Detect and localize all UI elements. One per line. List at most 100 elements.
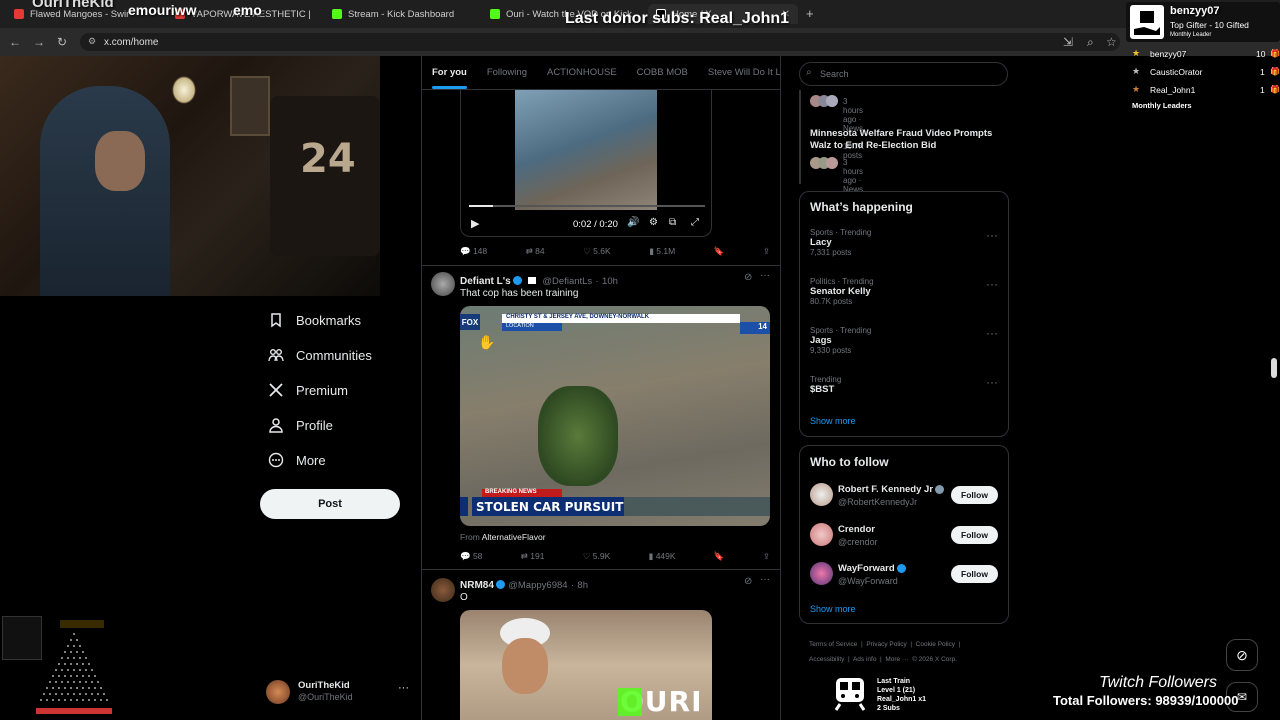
follow-suggestion[interactable]: Crendor @crendor Follow bbox=[800, 522, 1008, 554]
bookmark-icon[interactable]: 🔖 bbox=[714, 551, 725, 562]
follow-button[interactable]: Follow bbox=[951, 486, 998, 504]
from-account-link[interactable]: AlternativeFlavor bbox=[482, 532, 546, 542]
plinko-peg bbox=[61, 669, 63, 671]
news-video[interactable]: FOX CHRISTY ST & JERSEY AVE, DOWNEY-NORW… bbox=[460, 306, 770, 526]
nav-item-bookmarks[interactable]: Bookmarks bbox=[268, 312, 361, 328]
tweet-author-name[interactable]: NRM84 bbox=[460, 580, 494, 591]
avatar bbox=[266, 680, 290, 704]
forward-icon[interactable]: → bbox=[33, 35, 45, 49]
more-dots-icon[interactable]: ··· bbox=[986, 375, 998, 389]
trend-item[interactable]: Sports · Trending Jags 9,330 posts bbox=[810, 326, 871, 355]
views-button[interactable]: ▮ 5.1M bbox=[649, 246, 675, 257]
plinko-peg bbox=[76, 687, 78, 689]
follow-button[interactable]: Follow bbox=[951, 565, 998, 583]
star-icon[interactable]: ☆ bbox=[1106, 35, 1117, 49]
share-icon[interactable]: ⇪ bbox=[763, 551, 770, 562]
tweet-time[interactable]: 8h bbox=[577, 580, 588, 591]
grok-icon[interactable]: ⊘ bbox=[1226, 639, 1258, 671]
install-icon[interactable]: ⇲ bbox=[1063, 35, 1073, 49]
repost-button[interactable]: ⇄ 84 bbox=[526, 246, 545, 257]
reply-button[interactable]: 💬 58 bbox=[460, 551, 482, 562]
tab-cobb-mob[interactable]: COBB MOB bbox=[627, 56, 698, 89]
settings-icon[interactable]: ⚙ bbox=[649, 217, 658, 228]
reply-button[interactable]: 💬 148 bbox=[460, 246, 487, 257]
site-info-icon[interactable]: ⚙ bbox=[88, 36, 96, 47]
avatar[interactable] bbox=[431, 272, 455, 296]
trend-posts: 9,330 posts bbox=[810, 346, 852, 355]
who-to-follow-card: Who to follow Robert F. Kennedy Jr @Robe… bbox=[799, 445, 1009, 624]
share-icon[interactable]: ⇪ bbox=[763, 246, 770, 257]
tweet-time[interactable]: 10h bbox=[602, 276, 618, 287]
zoom-icon[interactable]: ⌕ bbox=[1087, 35, 1094, 50]
footer-line[interactable]: Terms of Service | Privacy Policy | Cook… bbox=[809, 641, 960, 648]
grok-icon[interactable]: ⊘ bbox=[744, 272, 752, 283]
bookmark-icon[interactable]: 🔖 bbox=[714, 246, 725, 257]
plinko-peg bbox=[91, 669, 93, 671]
more-dots-icon[interactable]: ··· bbox=[986, 277, 998, 291]
avatar bbox=[810, 562, 833, 585]
play-icon[interactable]: ▶ bbox=[471, 217, 479, 230]
trend-item[interactable]: Trending $BST bbox=[810, 375, 841, 395]
news-card: 3 hours ago · News · 10.7K posts Minneso… bbox=[799, 90, 992, 221]
url-field[interactable]: x.com/home bbox=[80, 33, 1120, 51]
search-input[interactable]: Search bbox=[799, 62, 1008, 86]
plinko-peg bbox=[64, 663, 66, 665]
repost-button[interactable]: ⇄ 191 bbox=[521, 551, 545, 562]
plinko-peg bbox=[73, 693, 75, 695]
more-dots-icon[interactable]: ··· bbox=[760, 574, 770, 585]
tweet-author-handle[interactable]: @Mappy6984 bbox=[508, 580, 567, 591]
follow-suggestion[interactable]: Robert F. Kennedy Jr @RobertKennedyJr Fo… bbox=[800, 482, 1008, 514]
avatar[interactable] bbox=[431, 578, 455, 602]
trend-item[interactable]: Politics · Trending Senator Kelly 80.7K … bbox=[810, 277, 874, 306]
plinko-peg bbox=[79, 657, 81, 659]
views-button[interactable]: ▮ 449K bbox=[649, 551, 676, 562]
account-switcher[interactable]: OuriTheKid @OuriTheKid ··· bbox=[266, 680, 412, 706]
tab-actionhouse[interactable]: ACTIONHOUSE bbox=[537, 56, 627, 89]
show-more-link[interactable]: Show more bbox=[810, 604, 856, 614]
video-progress-track[interactable] bbox=[469, 205, 705, 207]
fullscreen-icon[interactable]: ⤢ bbox=[691, 217, 699, 228]
like-button[interactable]: ♡ 5.6K bbox=[583, 246, 610, 257]
tab-for-you[interactable]: For you bbox=[422, 56, 477, 89]
tweet-author-name[interactable]: Defiant L's bbox=[460, 276, 511, 287]
news-location-label: LOCATION bbox=[502, 323, 562, 331]
plinko-peg bbox=[64, 687, 66, 689]
footer-links[interactable]: Terms of Service | Privacy Policy | Cook… bbox=[809, 637, 960, 667]
nav-item-profile[interactable]: Profile bbox=[268, 417, 333, 433]
follow-suggestion[interactable]: WayForward @WayForward Follow bbox=[800, 561, 1008, 593]
new-tab-icon[interactable]: + bbox=[806, 6, 814, 21]
reload-icon[interactable]: ↻ bbox=[57, 35, 67, 49]
train-icon bbox=[832, 676, 868, 712]
more-dots-icon[interactable]: ··· bbox=[986, 228, 998, 242]
follow-button[interactable]: Follow bbox=[951, 526, 998, 544]
video-player[interactable]: ▶ 0:02 / 0:20 🔊 ⚙ ⧉ ⤢ bbox=[460, 90, 712, 237]
tab-steve-will-do-it[interactable]: Steve Will Do It Loyal bbox=[698, 56, 780, 89]
pip-icon[interactable]: ⧉ bbox=[669, 217, 676, 228]
more-dots-icon[interactable]: ··· bbox=[986, 326, 998, 340]
post-button[interactable]: Post bbox=[260, 489, 400, 519]
nav-item-premium[interactable]: Premium bbox=[268, 382, 348, 398]
tweet-author-handle[interactable]: @DefiantLs bbox=[542, 276, 592, 287]
grok-icon[interactable]: ⊘ bbox=[744, 576, 752, 587]
more-dots-icon[interactable]: ··· bbox=[760, 270, 770, 281]
nav-item-more[interactable]: More bbox=[268, 452, 326, 468]
tweet[interactable]: Defiant L's @DefiantLs · 10h ⊘ ··· That … bbox=[422, 266, 780, 568]
like-count: 5.9K bbox=[592, 551, 611, 561]
nav-item-communities[interactable]: Communities bbox=[268, 347, 372, 363]
volume-icon[interactable]: 🔊 bbox=[627, 217, 639, 228]
news-title[interactable]: Minnesota Welfare Fraud Video Prompts Wa… bbox=[810, 128, 1000, 152]
scrollbar-thumb[interactable] bbox=[1271, 358, 1277, 378]
tweet-image[interactable]: OURI bbox=[460, 610, 712, 720]
tab-following[interactable]: Following bbox=[477, 56, 537, 89]
like-button[interactable]: ♡ 5.9K bbox=[583, 551, 610, 562]
trend-item[interactable]: Sports · Trending Lacy 7,331 posts bbox=[810, 228, 871, 257]
plinko-peg bbox=[67, 657, 69, 659]
tweet[interactable]: NRM84 @Mappy6984 · 8h ⊘ ··· O OURI bbox=[422, 570, 780, 720]
footer-line[interactable]: Accessibility | Ads info | More ··· © 20… bbox=[809, 656, 957, 663]
last-donor-overlay: Last donor subs: Real_John1 bbox=[565, 10, 790, 27]
more-dots-icon[interactable]: ··· bbox=[398, 682, 409, 694]
show-more-link[interactable]: Show more bbox=[810, 416, 856, 426]
browser-tab[interactable]: Stream - Kick Dashboard 🔇 ✕ bbox=[332, 4, 462, 24]
person-silhouette bbox=[40, 86, 170, 296]
back-icon[interactable]: ← bbox=[9, 35, 21, 49]
